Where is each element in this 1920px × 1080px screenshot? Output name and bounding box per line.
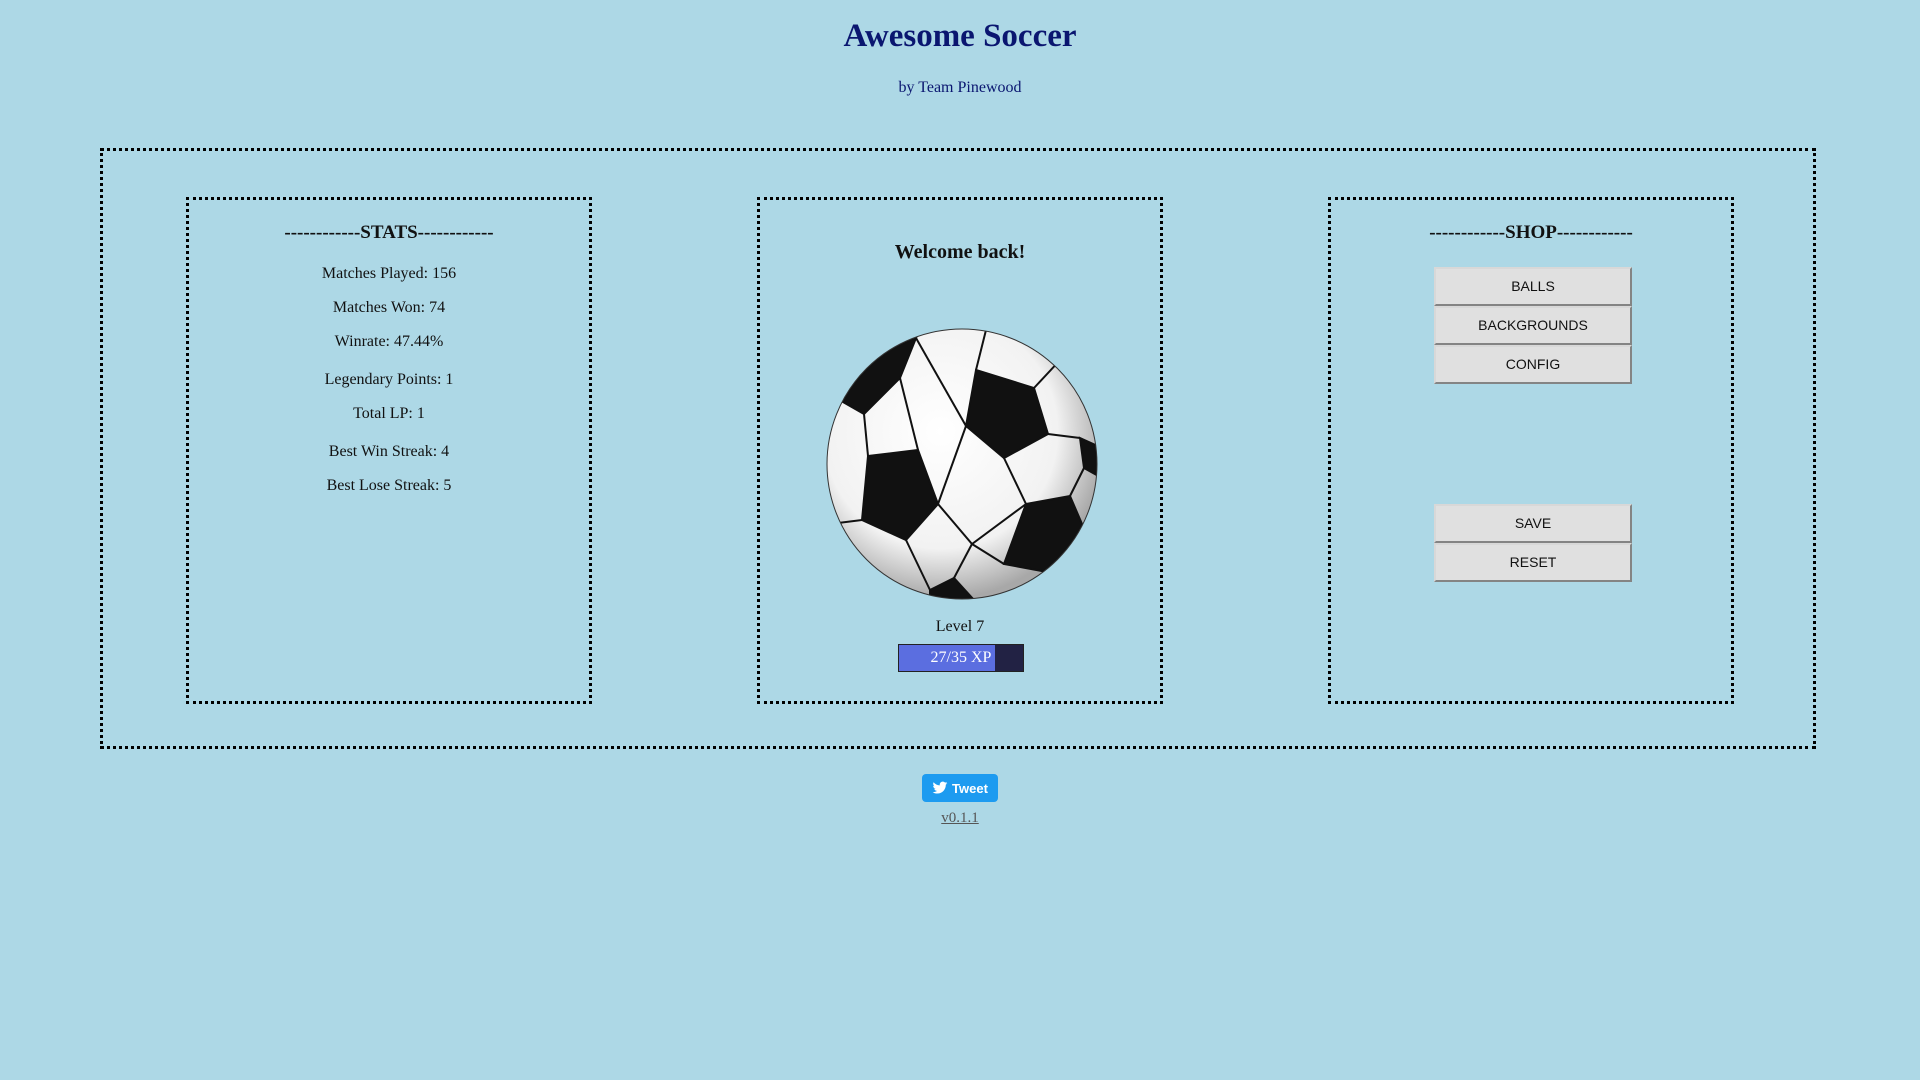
stat-legendary-points: Legendary Points: 1 [324, 371, 454, 388]
save-button[interactable]: SAVE [1434, 504, 1632, 543]
page-title: Awesome Soccer [843, 18, 1077, 54]
version-link[interactable]: v0.1.1 [0, 810, 1920, 827]
stat-best-win-streak: Best Win Streak: 4 [328, 443, 450, 460]
shop-backgrounds-button[interactable]: BACKGROUNDS [1434, 306, 1632, 345]
level-label: Level 7 [935, 618, 985, 635]
xp-progress-text: 27/35 XP [930, 649, 992, 666]
soccer-ball-icon[interactable] [826, 328, 1098, 600]
xp-progress-bar: 27/35 XP [898, 644, 1024, 672]
stat-total-lp: Total LP: 1 [353, 405, 425, 422]
stats-panel: ------------STATS------------ Matches Pl… [186, 197, 592, 704]
shop-panel: ------------SHOP------------ BALLS BACKG… [1328, 197, 1734, 704]
stats-heading: ------------STATS------------ [284, 222, 494, 243]
page-subtitle: by Team Pinewood [898, 79, 1022, 96]
twitter-bird-icon [932, 781, 948, 794]
welcome-message: Welcome back! [894, 241, 1026, 263]
shop-heading: ------------SHOP------------ [1429, 222, 1633, 243]
stat-matches-won: Matches Won: 74 [332, 299, 446, 316]
stat-winrate: Winrate: 47.44% [334, 333, 444, 350]
stat-best-lose-streak: Best Lose Streak: 5 [326, 477, 452, 494]
reset-button[interactable]: RESET [1434, 543, 1632, 582]
tweet-button[interactable]: Tweet [922, 774, 998, 802]
shop-config-button[interactable]: CONFIG [1434, 345, 1632, 384]
tweet-label: Tweet [952, 780, 988, 796]
shop-balls-button[interactable]: BALLS [1434, 267, 1632, 306]
stat-matches-played: Matches Played: 156 [321, 265, 457, 282]
player-panel: Welcome back! Level 7 27/35 XP [757, 197, 1163, 704]
